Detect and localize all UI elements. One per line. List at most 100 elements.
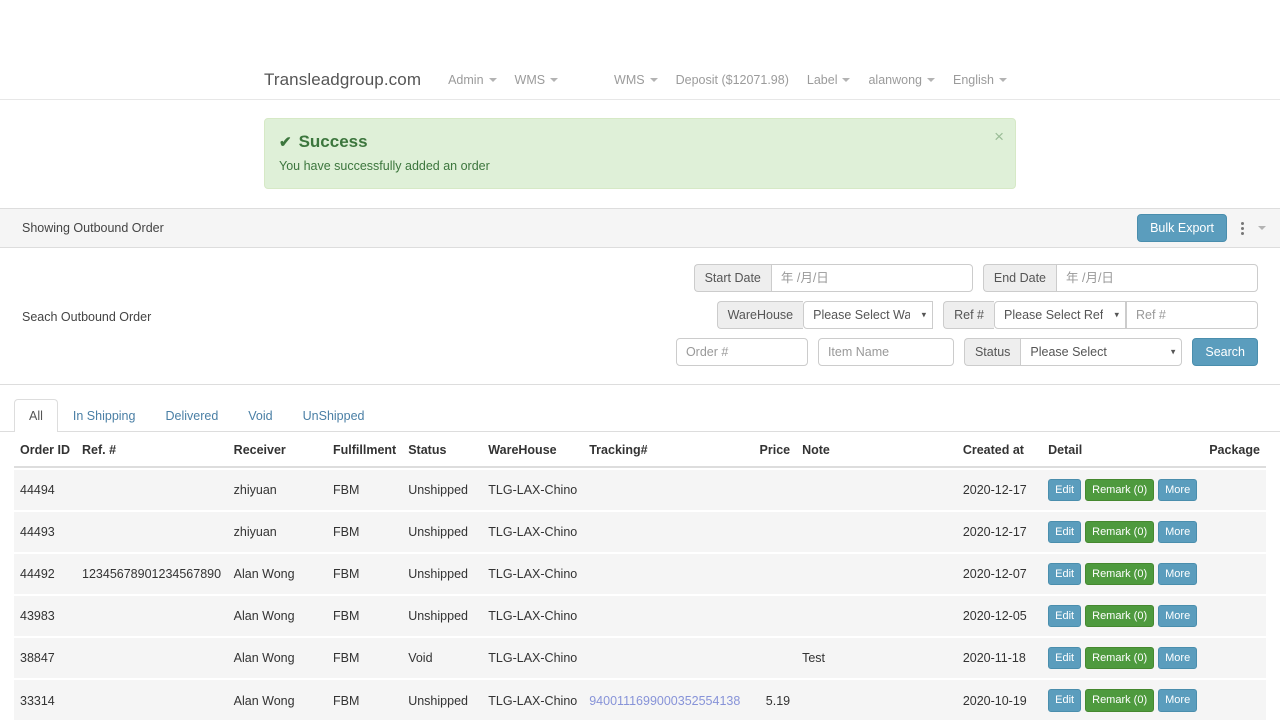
brand-logo[interactable]: Transleadgroup.com	[264, 70, 421, 90]
more-button[interactable]: More	[1158, 563, 1198, 586]
search-section: Seach Outbound Order Start Date End Date…	[0, 248, 1280, 385]
nav-item-language-label: English	[953, 72, 994, 87]
table-row[interactable]: 44494 zhiyuan FBM Unshipped TLG-LAX-Chino 202…	[14, 470, 1266, 511]
ref-input[interactable]	[1126, 301, 1258, 329]
row-action-group: Edit Remark (0) More	[1048, 479, 1198, 502]
cell-package	[1203, 470, 1266, 511]
cell-order-id: 44492	[14, 554, 77, 595]
alert-title-row: ✔ Success	[279, 132, 981, 152]
more-button[interactable]: More	[1158, 605, 1198, 628]
cell-note	[796, 470, 957, 511]
alert-message: You have successfully added an order	[279, 159, 490, 173]
search-section-label: Seach Outbound Order	[22, 310, 152, 324]
start-date-input[interactable]	[770, 264, 973, 292]
nav-item-deposit[interactable]: Deposit ($12071.98)	[667, 73, 798, 87]
nav-item-admin[interactable]: Admin	[439, 73, 505, 87]
cell-warehouse: TLG-LAX-Chino	[482, 638, 584, 679]
tab-unshipped[interactable]: UnShipped	[288, 399, 380, 432]
vertical-dots-icon[interactable]	[1238, 220, 1247, 237]
status-select[interactable]	[1020, 338, 1183, 366]
nav-item-user-label: alanwong	[868, 72, 922, 87]
tab-void[interactable]: Void	[233, 399, 287, 432]
cell-status: Unshipped	[402, 596, 483, 637]
nav-item-wms-right[interactable]: WMS	[605, 73, 667, 87]
cell-fulfillment: FBM	[327, 512, 403, 553]
warehouse-select[interactable]	[803, 301, 934, 329]
tracking-link[interactable]: 9400111699000352554138	[589, 694, 740, 708]
edit-button[interactable]: Edit	[1048, 605, 1082, 628]
search-row-warehouse-ref: WareHouse ▾ Ref # ▾	[252, 301, 1258, 329]
tab-all[interactable]: All	[14, 399, 58, 432]
edit-button[interactable]: Edit	[1048, 563, 1082, 586]
cell-receiver: Alan Wong	[227, 554, 327, 595]
remark-button[interactable]: Remark (0)	[1085, 647, 1155, 670]
cell-fulfillment: FBM	[327, 596, 403, 637]
cell-order-id: 38847	[14, 638, 77, 679]
more-button[interactable]: More	[1158, 521, 1198, 544]
remark-button[interactable]: Remark (0)	[1085, 689, 1155, 712]
cell-tracking: 9400111699000352554138	[583, 680, 751, 720]
cell-status: Unshipped	[402, 470, 483, 511]
edit-button[interactable]: Edit	[1048, 689, 1082, 712]
chevron-down-icon	[550, 77, 559, 82]
table-row[interactable]: 44493 zhiyuan FBM Unshipped TLG-LAX-Chino 202…	[14, 512, 1266, 553]
navbar-right-group: WMS Deposit ($12071.98) Label alanwong E…	[605, 73, 1016, 87]
remark-button[interactable]: Remark (0)	[1085, 563, 1155, 586]
end-date-input[interactable]	[1056, 264, 1258, 292]
col-header-order-id: Order ID	[14, 434, 77, 468]
row-action-group: Edit Remark (0) More	[1048, 563, 1198, 586]
remark-button[interactable]: Remark (0)	[1085, 605, 1155, 628]
edit-button[interactable]: Edit	[1048, 521, 1082, 544]
remark-button[interactable]: Remark (0)	[1085, 521, 1155, 544]
warehouse-select-wrap: ▾	[803, 301, 934, 329]
cell-warehouse: TLG-LAX-Chino	[482, 554, 584, 595]
nav-item-user[interactable]: alanwong	[859, 73, 944, 87]
search-button[interactable]: Search	[1192, 338, 1258, 366]
bulk-export-button[interactable]: Bulk Export	[1137, 213, 1227, 243]
remark-button[interactable]: Remark (0)	[1085, 479, 1155, 502]
cell-order-id: 33314	[14, 680, 77, 720]
search-row-order-item-status: Status ▾ Search	[252, 338, 1258, 366]
table-row[interactable]: 33314 Alan Wong FBM Unshipped TLG-LAX-Chino 9…	[14, 680, 1266, 720]
tab-delivered[interactable]: Delivered	[150, 399, 233, 432]
end-date-label: End Date	[982, 264, 1056, 292]
nav-item-language[interactable]: English	[944, 73, 1016, 87]
nav-item-admin-label: Admin	[448, 72, 484, 87]
more-button[interactable]: More	[1158, 689, 1198, 712]
row-action-group: Edit Remark (0) More	[1048, 689, 1198, 712]
cell-note	[796, 596, 957, 637]
search-forms: Start Date End Date WareHouse ▾	[252, 264, 1258, 366]
row-action-group: Edit Remark (0) More	[1048, 521, 1198, 544]
close-icon[interactable]: ×	[994, 128, 1004, 145]
col-header-created-at: Created at	[956, 434, 1043, 468]
cell-created-at: 2020-12-05	[956, 596, 1043, 637]
cell-ref	[76, 638, 228, 679]
ref-select[interactable]	[994, 301, 1126, 329]
edit-button[interactable]: Edit	[1048, 479, 1082, 502]
cell-fulfillment: FBM	[327, 470, 403, 511]
table-row[interactable]: 44492 12345678901234567890 Alan Wong FBM Uns…	[14, 554, 1266, 595]
more-button[interactable]: More	[1158, 479, 1198, 502]
chevron-down-icon[interactable]	[1258, 226, 1266, 230]
nav-item-wms[interactable]: WMS	[506, 73, 568, 87]
ref-label: Ref #	[943, 301, 994, 329]
cell-detail-actions: Edit Remark (0) More	[1042, 512, 1204, 553]
cell-created-at: 2020-12-07	[956, 554, 1043, 595]
orders-table-body: 44494 zhiyuan FBM Unshipped TLG-LAX-Chino 202…	[14, 470, 1266, 720]
item-name-input[interactable]	[817, 338, 954, 366]
edit-button[interactable]: Edit	[1048, 647, 1082, 670]
tab-in-shipping[interactable]: In Shipping	[58, 399, 151, 432]
nav-item-label[interactable]: Label	[798, 73, 860, 87]
table-row[interactable]: 38847 Alan Wong FBM Void TLG-LAX-Chino Test 20…	[14, 638, 1266, 679]
cell-price: 5.19	[750, 680, 797, 720]
cell-package	[1203, 596, 1266, 637]
ref-select-wrap: ▾	[994, 301, 1126, 329]
more-button[interactable]: More	[1158, 647, 1198, 670]
col-header-tracking: Tracking#	[583, 434, 751, 468]
table-row[interactable]: 43983 Alan Wong FBM Unshipped TLG-LAX-Chino 2…	[14, 596, 1266, 637]
order-number-input[interactable]	[675, 338, 808, 366]
cell-ref: 12345678901234567890	[76, 554, 228, 595]
col-header-warehouse: WareHouse	[482, 434, 584, 468]
cell-receiver: Alan Wong	[227, 596, 327, 637]
cell-receiver: Alan Wong	[227, 680, 327, 720]
